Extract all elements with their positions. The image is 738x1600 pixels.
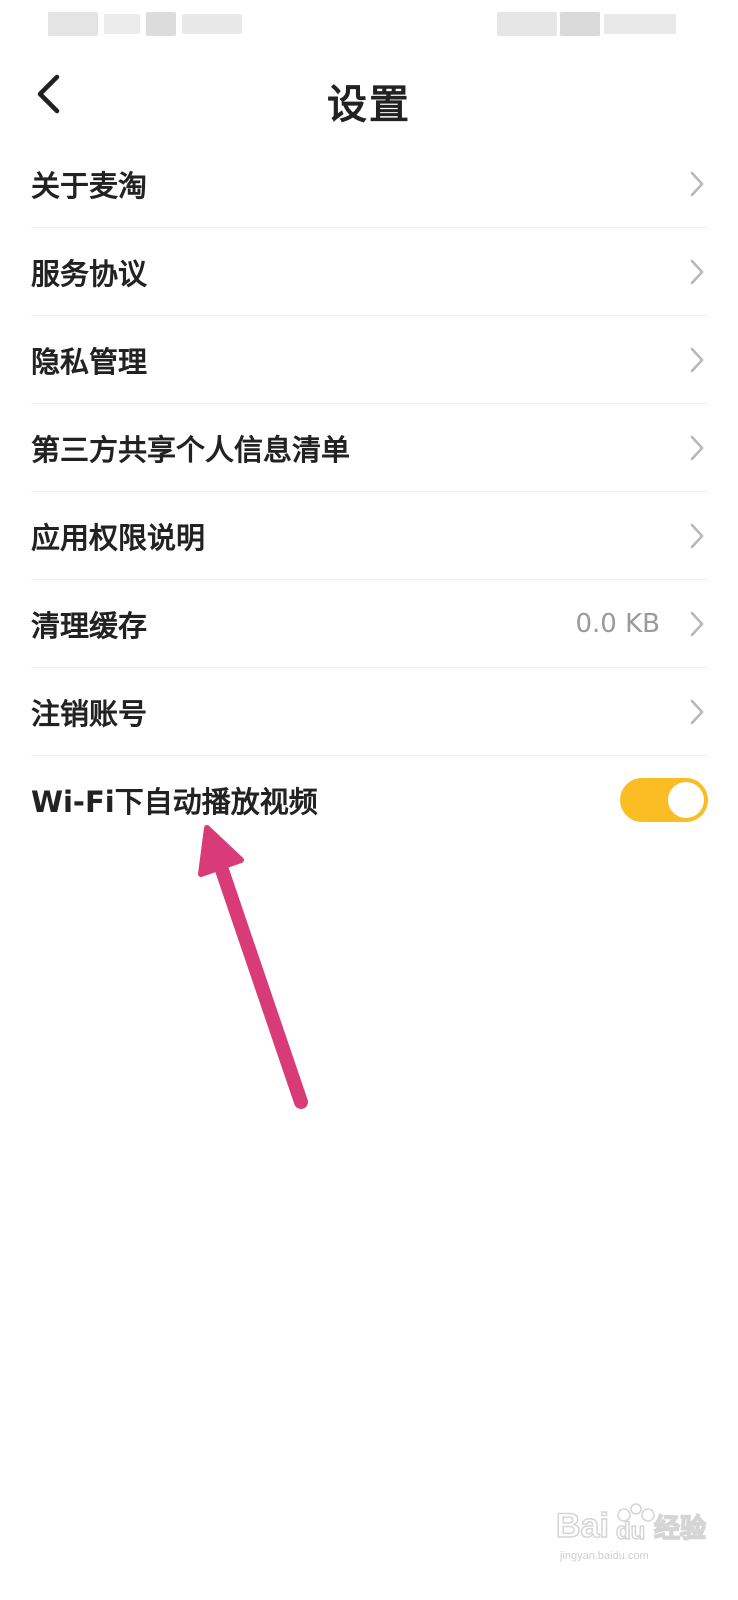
chevron-right-icon xyxy=(686,169,708,199)
page-title: 设置 xyxy=(327,82,411,128)
svg-text:jingyan.baidu.com: jingyan.baidu.com xyxy=(559,1550,649,1562)
settings-item-label: 服务协议 xyxy=(31,256,148,291)
wifi-autoplay-toggle[interactable] xyxy=(620,777,708,822)
chevron-right-icon xyxy=(686,609,708,639)
status-bar-left-blur xyxy=(104,14,140,34)
chevron-right-icon xyxy=(686,257,708,287)
settings-item-privacy[interactable]: 隐私管理 xyxy=(31,316,708,404)
svg-text:du: du xyxy=(616,1518,645,1545)
settings-item-label: 关于麦淘 xyxy=(31,168,148,203)
settings-item-label: 注销账号 xyxy=(31,696,148,731)
settings-item-label: 第三方共享个人信息清单 xyxy=(31,432,351,467)
settings-item-wifi-autoplay: Wi-Fi下自动播放视频 xyxy=(31,756,708,843)
settings-item-about[interactable]: 关于麦淘 xyxy=(31,140,708,228)
settings-list: 关于麦淘 服务协议 隐私管理 第三方共享个人信息清单 应用权限说明 清理缓存 0… xyxy=(31,140,708,843)
settings-item-label: Wi-Fi下自动播放视频 xyxy=(31,784,318,819)
toggle-knob xyxy=(668,781,704,818)
svg-text:Bai: Bai xyxy=(556,1507,609,1545)
settings-item-clear-cache[interactable]: 清理缓存 0.0 KB xyxy=(31,580,708,668)
settings-item-label: 清理缓存 xyxy=(31,608,148,643)
status-bar-left-blur xyxy=(182,14,242,34)
chevron-right-icon xyxy=(686,521,708,551)
baidu-jingyan-watermark: Bai du 经验 jingyan.baidu.com xyxy=(556,1503,707,1562)
settings-item-label: 应用权限说明 xyxy=(31,520,206,555)
status-bar-right-blur xyxy=(604,14,676,34)
settings-item-delete-account[interactable]: 注销账号 xyxy=(31,668,708,756)
cache-size-value: 0.0 KB xyxy=(575,608,661,639)
chevron-right-icon xyxy=(686,433,708,463)
settings-item-service-agreement[interactable]: 服务协议 xyxy=(31,228,708,316)
settings-item-app-permissions[interactable]: 应用权限说明 xyxy=(31,492,708,580)
svg-text:经验: 经验 xyxy=(654,1513,706,1543)
navigation-header: 设置 xyxy=(0,56,738,140)
status-bar-left-blur xyxy=(48,12,98,36)
chevron-right-icon xyxy=(686,345,708,375)
chevron-right-icon xyxy=(686,697,708,727)
status-bar-right-blur xyxy=(497,12,557,36)
status-bar-left-blur xyxy=(146,12,176,36)
status-bar xyxy=(0,0,738,48)
status-bar-right-blur xyxy=(560,12,600,36)
settings-item-label: 隐私管理 xyxy=(31,344,148,379)
settings-item-third-party-sharing[interactable]: 第三方共享个人信息清单 xyxy=(31,404,708,492)
